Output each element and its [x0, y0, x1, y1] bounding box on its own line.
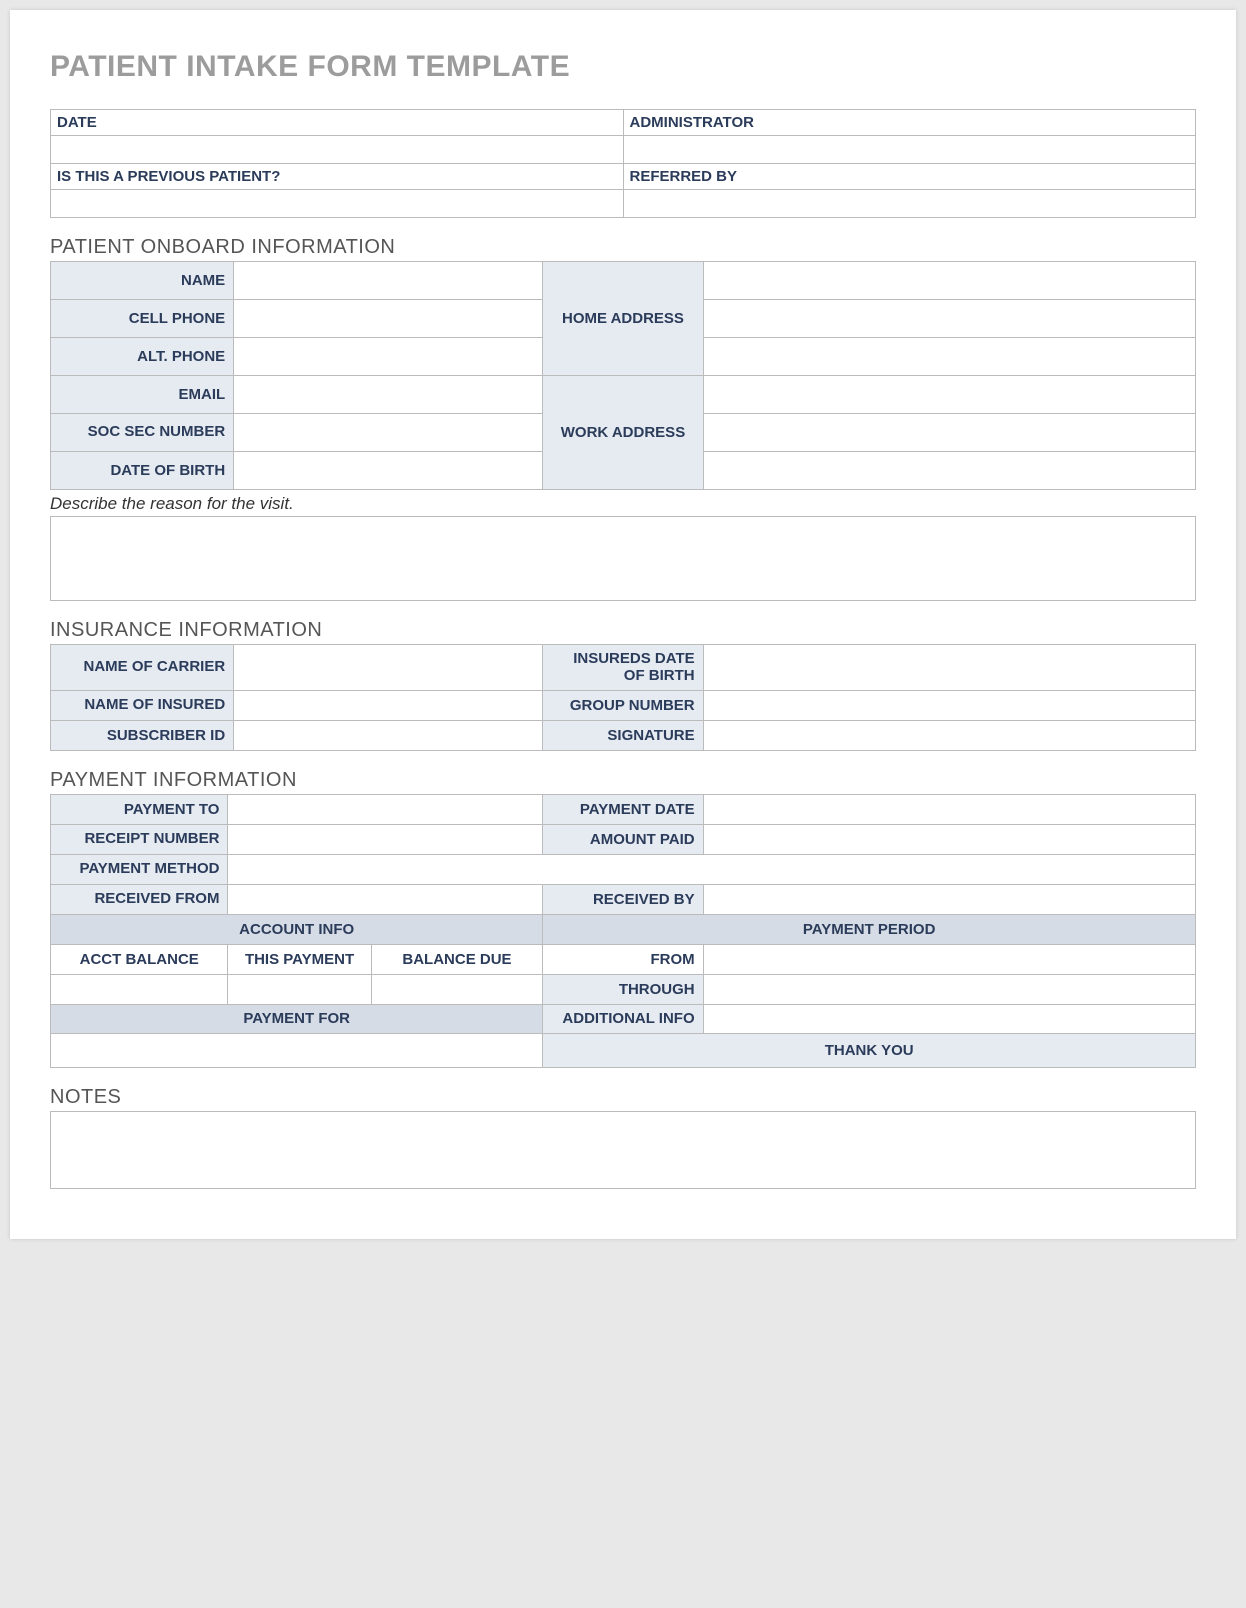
period-from-label: FROM	[543, 944, 703, 974]
amount-paid-label: AMOUNT PAID	[543, 825, 703, 855]
insured-dob-label: INSUREDS DATE OF BIRTH	[543, 645, 703, 691]
received-from-label: RECEIVED FROM	[51, 884, 228, 914]
page: PATIENT INTAKE FORM TEMPLATE DATE ADMINI…	[10, 10, 1236, 1239]
dob-input[interactable]	[234, 452, 543, 490]
payment-method-label: PAYMENT METHOD	[51, 855, 228, 885]
payment-period-header: PAYMENT PERIOD	[543, 914, 1196, 944]
insurance-section-title: INSURANCE INFORMATION	[50, 619, 1196, 642]
administrator-label: ADMINISTRATOR	[624, 110, 1196, 135]
received-by-label: RECEIVED BY	[543, 884, 703, 914]
notes-input[interactable]	[50, 1111, 1196, 1189]
ssn-input[interactable]	[234, 414, 543, 452]
visit-reason-label: Describe the reason for the visit.	[50, 494, 1196, 514]
visit-reason-input[interactable]	[50, 516, 1196, 601]
payment-method-input[interactable]	[228, 855, 1196, 885]
alt-phone-label: ALT. PHONE	[51, 338, 234, 376]
alt-phone-input[interactable]	[234, 338, 543, 376]
this-payment-input[interactable]	[228, 974, 371, 1004]
received-by-input[interactable]	[703, 884, 1195, 914]
dob-label: DATE OF BIRTH	[51, 452, 234, 490]
payment-date-input[interactable]	[703, 795, 1195, 825]
onboard-table: NAME HOME ADDRESS CELL PHONE ALT. PHONE …	[50, 261, 1196, 490]
administrator-input[interactable]	[623, 136, 1196, 164]
cell-phone-input[interactable]	[234, 300, 543, 338]
notes-section-title: NOTES	[50, 1086, 1196, 1109]
payment-date-label: PAYMENT DATE	[543, 795, 703, 825]
payment-section-title: PAYMENT INFORMATION	[50, 769, 1196, 792]
payment-to-input[interactable]	[228, 795, 543, 825]
previous-patient-label: IS THIS A PREVIOUS PATIENT?	[51, 164, 623, 189]
date-label: DATE	[51, 110, 623, 135]
subscriber-id-input[interactable]	[234, 721, 543, 751]
insured-dob-input[interactable]	[703, 645, 1195, 691]
payment-table: PAYMENT TO PAYMENT DATE RECEIPT NUMBER A…	[50, 794, 1196, 1068]
work-address-line-1[interactable]	[703, 376, 1195, 414]
home-address-line-3[interactable]	[703, 338, 1195, 376]
account-info-header: ACCOUNT INFO	[51, 914, 543, 944]
onboard-section-title: PATIENT ONBOARD INFORMATION	[50, 236, 1196, 259]
additional-info-input[interactable]	[703, 1004, 1195, 1034]
header-table: DATE ADMINISTRATOR IS THIS A PREVIOUS PA…	[50, 109, 1196, 218]
payment-for-input[interactable]	[51, 1034, 543, 1068]
carrier-label: NAME OF CARRIER	[51, 645, 234, 691]
referred-by-input[interactable]	[623, 190, 1196, 218]
work-address-line-3[interactable]	[703, 452, 1195, 490]
balance-due-input[interactable]	[371, 974, 543, 1004]
form-title: PATIENT INTAKE FORM TEMPLATE	[50, 50, 1196, 84]
receipt-number-input[interactable]	[228, 825, 543, 855]
group-number-label: GROUP NUMBER	[543, 691, 703, 721]
home-address-label: HOME ADDRESS	[543, 262, 703, 376]
cell-phone-label: CELL PHONE	[51, 300, 234, 338]
insured-name-input[interactable]	[234, 691, 543, 721]
receipt-number-label: RECEIPT NUMBER	[51, 825, 228, 855]
thank-you-label: THANK YOU	[543, 1034, 1196, 1068]
date-input[interactable]	[51, 136, 624, 164]
email-input[interactable]	[234, 376, 543, 414]
additional-info-label: ADDITIONAL INFO	[543, 1004, 703, 1034]
name-input[interactable]	[234, 262, 543, 300]
signature-input[interactable]	[703, 721, 1195, 751]
group-number-input[interactable]	[703, 691, 1195, 721]
insured-name-label: NAME OF INSURED	[51, 691, 234, 721]
home-address-line-1[interactable]	[703, 262, 1195, 300]
signature-label: SIGNATURE	[543, 721, 703, 751]
referred-by-label: REFERRED BY	[624, 164, 1196, 189]
ssn-label: SOC SEC NUMBER	[51, 414, 234, 452]
work-address-line-2[interactable]	[703, 414, 1195, 452]
payment-to-label: PAYMENT TO	[51, 795, 228, 825]
previous-patient-input[interactable]	[51, 190, 624, 218]
period-through-label: THROUGH	[543, 974, 703, 1004]
acct-balance-input[interactable]	[51, 974, 228, 1004]
period-through-input[interactable]	[703, 974, 1195, 1004]
amount-paid-input[interactable]	[703, 825, 1195, 855]
acct-balance-label: ACCT BALANCE	[51, 944, 228, 974]
balance-due-label: BALANCE DUE	[371, 944, 543, 974]
name-label: NAME	[51, 262, 234, 300]
home-address-line-2[interactable]	[703, 300, 1195, 338]
subscriber-id-label: SUBSCRIBER ID	[51, 721, 234, 751]
carrier-input[interactable]	[234, 645, 543, 691]
payment-for-label: PAYMENT FOR	[51, 1004, 543, 1034]
email-label: EMAIL	[51, 376, 234, 414]
work-address-label: WORK ADDRESS	[543, 376, 703, 490]
insurance-table: NAME OF CARRIER INSUREDS DATE OF BIRTH N…	[50, 644, 1196, 751]
received-from-input[interactable]	[228, 884, 543, 914]
period-from-input[interactable]	[703, 944, 1195, 974]
this-payment-label: THIS PAYMENT	[228, 944, 371, 974]
